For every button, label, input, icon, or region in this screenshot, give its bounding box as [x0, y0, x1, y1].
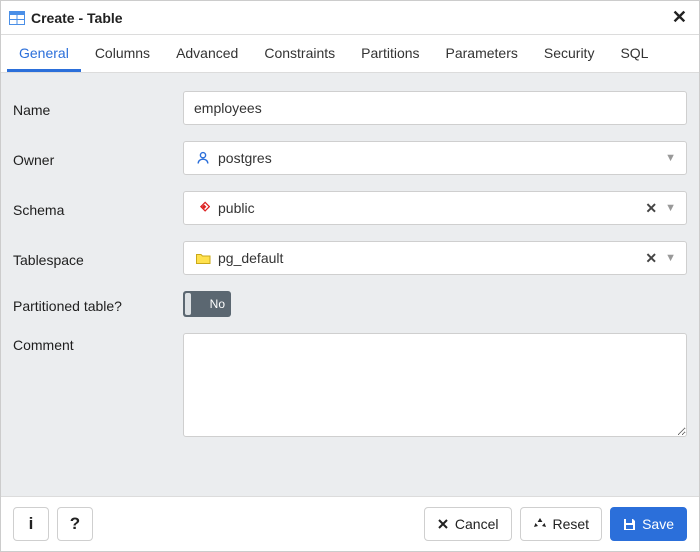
form-body: Name Owner postgres ▼	[1, 73, 699, 496]
help-icon: ?	[70, 514, 80, 534]
create-table-dialog: Create - Table ✕ General Columns Advance…	[0, 0, 700, 552]
tab-advanced[interactable]: Advanced	[164, 35, 250, 72]
tablespace-value: pg_default	[218, 250, 641, 266]
label-tablespace: Tablespace	[13, 248, 183, 268]
label-name: Name	[13, 98, 183, 118]
chevron-down-icon: ▼	[661, 202, 680, 214]
info-icon: i	[29, 514, 34, 534]
close-icon	[437, 518, 449, 530]
owner-value: postgres	[218, 150, 661, 166]
owner-select[interactable]: postgres ▼	[183, 141, 687, 175]
tab-security[interactable]: Security	[532, 35, 607, 72]
tab-parameters[interactable]: Parameters	[434, 35, 530, 72]
info-button[interactable]: i	[13, 507, 49, 541]
save-icon	[623, 518, 636, 531]
help-button[interactable]: ?	[57, 507, 93, 541]
row-owner: Owner postgres ▼	[13, 133, 687, 183]
tab-sql[interactable]: SQL	[608, 35, 660, 72]
reset-label: Reset	[553, 516, 590, 532]
label-comment: Comment	[13, 333, 183, 353]
footer: i ? Cancel Reset	[1, 496, 699, 551]
tablespace-select[interactable]: pg_default ✕ ▼	[183, 241, 687, 275]
schema-select[interactable]: public ✕ ▼	[183, 191, 687, 225]
tab-partitions[interactable]: Partitions	[349, 35, 431, 72]
tab-general[interactable]: General	[7, 35, 81, 72]
cancel-label: Cancel	[455, 516, 499, 532]
table-icon	[9, 11, 25, 25]
folder-icon	[194, 252, 212, 265]
tab-constraints[interactable]: Constraints	[252, 35, 347, 72]
tabs: General Columns Advanced Constraints Par…	[1, 35, 699, 73]
save-label: Save	[642, 516, 674, 532]
cancel-button[interactable]: Cancel	[424, 507, 512, 541]
user-icon	[194, 151, 212, 165]
name-input[interactable]	[183, 91, 687, 125]
row-comment: Comment	[13, 325, 687, 448]
schema-value: public	[218, 200, 641, 216]
comment-textarea[interactable]	[183, 333, 687, 437]
toggle-state-label: No	[210, 297, 225, 311]
label-schema: Schema	[13, 198, 183, 218]
row-partitioned: Partitioned table? No	[13, 283, 687, 325]
reset-button[interactable]: Reset	[520, 507, 603, 541]
schema-icon	[194, 201, 212, 215]
titlebar: Create - Table ✕	[1, 1, 699, 35]
row-schema: Schema public ✕ ▼	[13, 183, 687, 233]
close-icon[interactable]: ✕	[668, 7, 691, 28]
schema-clear-icon[interactable]: ✕	[641, 200, 661, 217]
dialog-title: Create - Table	[31, 10, 668, 26]
chevron-down-icon: ▼	[661, 252, 680, 264]
row-tablespace: Tablespace pg_default ✕ ▼	[13, 233, 687, 283]
save-button[interactable]: Save	[610, 507, 687, 541]
chevron-down-icon: ▼	[661, 152, 680, 164]
partitioned-toggle[interactable]: No	[183, 291, 231, 317]
tab-columns[interactable]: Columns	[83, 35, 162, 72]
recycle-icon	[533, 517, 547, 531]
label-partitioned: Partitioned table?	[13, 294, 183, 314]
row-name: Name	[13, 83, 687, 133]
label-owner: Owner	[13, 148, 183, 168]
tablespace-clear-icon[interactable]: ✕	[641, 250, 661, 267]
toggle-knob	[185, 293, 191, 315]
